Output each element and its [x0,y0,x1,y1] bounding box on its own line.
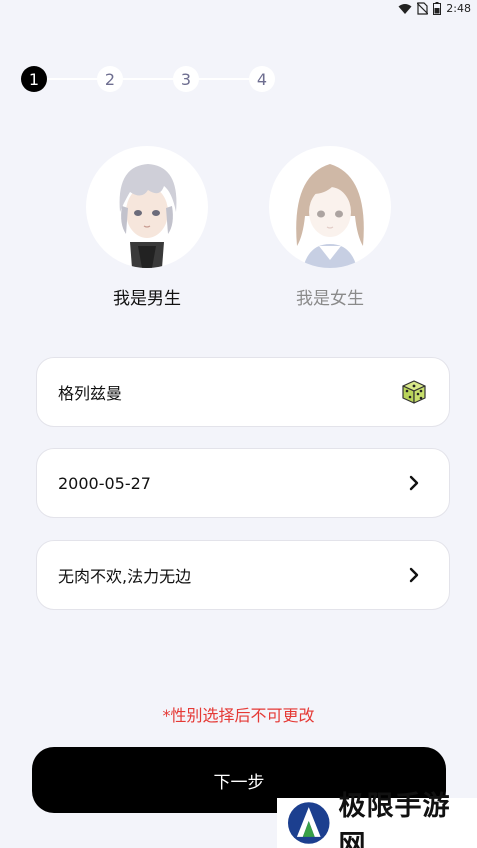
progress-stepper: 1 2 3 4 [20,64,280,94]
status-bar: 2:48 [0,0,477,20]
battery-icon [433,2,442,15]
wifi-icon [398,3,412,14]
male-label: 我是男生 [113,289,181,309]
birthday-field[interactable]: 2000-05-27 [36,448,450,518]
birthday-value: 2000-05-27 [58,473,151,493]
gender-option-female[interactable]: 我是女生 [269,146,391,309]
step-3: 3 [173,66,199,92]
chevron-right-icon [401,470,427,496]
dice-icon[interactable] [401,379,427,405]
chevron-right-icon [401,562,427,588]
gender-warning: *性别选择后不可更改 [162,706,315,725]
watermark-logo-icon [287,802,330,844]
status-time: 2:48 [446,2,471,15]
gender-option-male[interactable]: 我是男生 [86,146,208,309]
female-avatar [269,146,391,268]
no-sim-icon [417,2,429,15]
male-avatar [86,146,208,268]
step-1: 1 [21,66,47,92]
stepper-line [40,78,260,80]
signature-value: 无肉不欢,法力无边 [58,567,192,586]
female-label: 我是女生 [296,289,364,309]
signature-field[interactable]: 无肉不欢,法力无边 [36,540,450,610]
nickname-value: 格列兹曼 [58,384,123,403]
step-4: 4 [249,66,275,92]
nickname-field[interactable]: 格列兹曼 [36,357,450,427]
step-2: 2 [97,66,123,92]
watermark-text: 极限手游网 [338,791,451,848]
watermark: 极限手游网 [277,791,477,848]
